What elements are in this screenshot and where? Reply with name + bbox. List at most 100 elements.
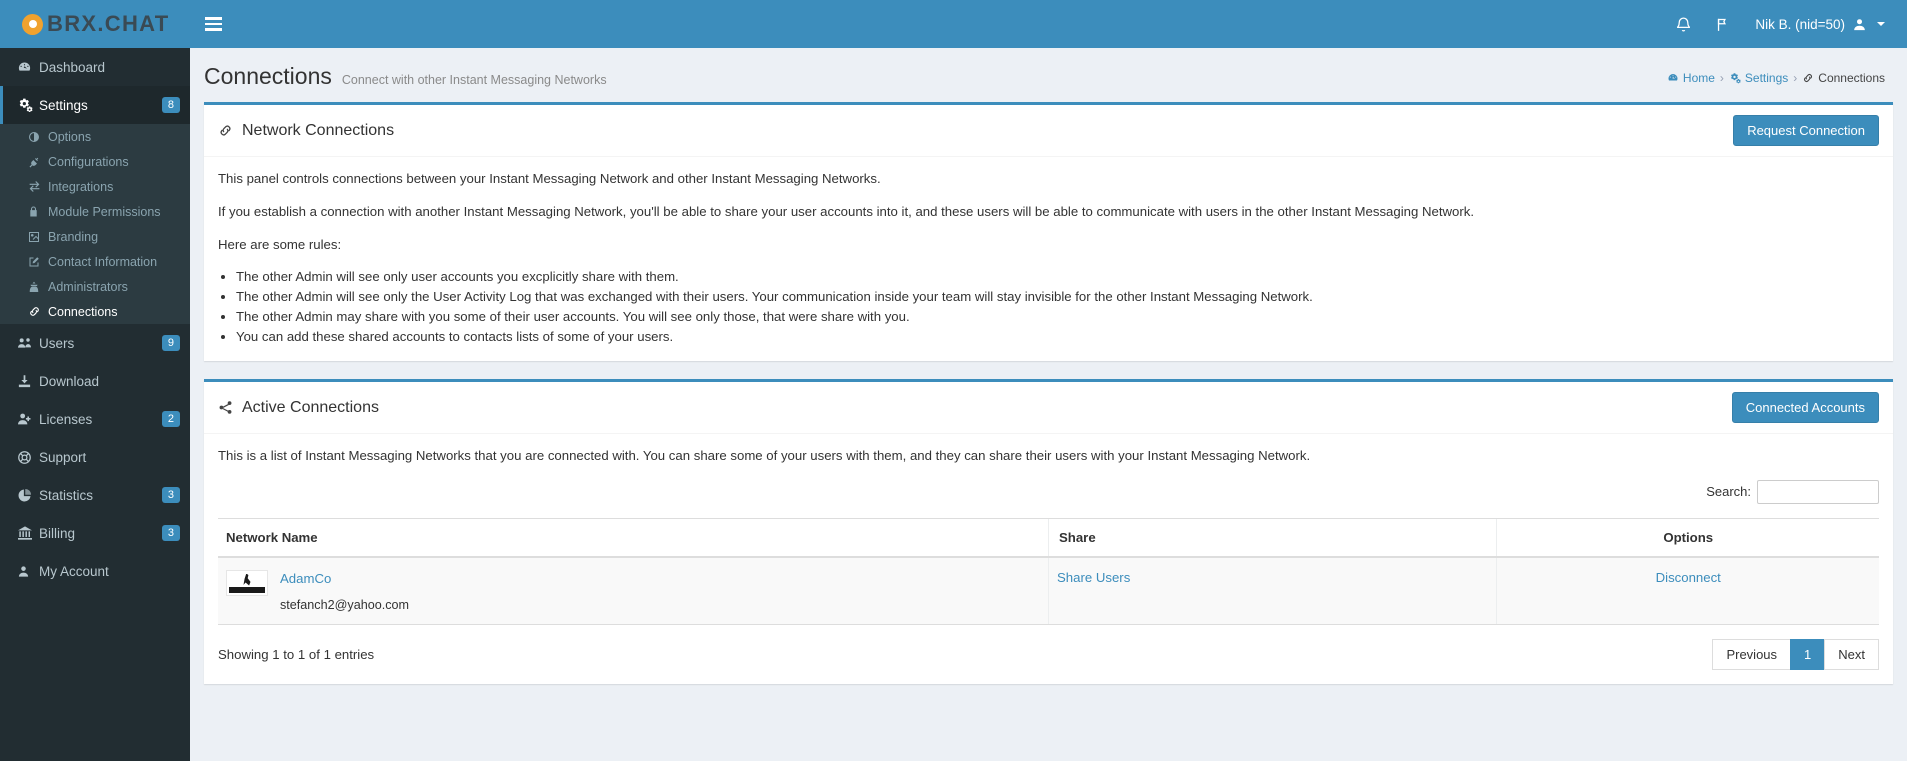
- pagination-previous[interactable]: Previous: [1712, 638, 1792, 670]
- sidebar-badge: 8: [161, 96, 180, 114]
- panel-title-group: Network Connections: [218, 122, 394, 140]
- entries-info: Showing 1 to 1 of 1 entries: [218, 646, 375, 662]
- user-plus-icon: [17, 411, 39, 427]
- exchange-icon: [28, 180, 48, 193]
- active-description: This is a list of Instant Messaging Netw…: [218, 448, 1311, 464]
- table-body: AdamCo stefanch2@yahoo.com Share Users D…: [218, 556, 1879, 625]
- link-icon: [1804, 74, 1813, 82]
- sidebar-subitem-connections[interactable]: Connections: [0, 299, 190, 324]
- cell-options: Disconnect: [1496, 556, 1879, 625]
- sidebar-item-dashboard[interactable]: Dashboard: [0, 48, 190, 86]
- table-row: AdamCo stefanch2@yahoo.com Share Users D…: [218, 556, 1879, 625]
- column-header-options[interactable]: Options: [1496, 517, 1879, 558]
- sidebar-subitem-options[interactable]: Options: [0, 124, 190, 149]
- link-icon: [218, 123, 233, 138]
- pagination-page-1[interactable]: 1: [1790, 638, 1826, 670]
- brand-name: BRX.CHAT: [47, 11, 170, 36]
- network-paragraph-1: This panel controls connections between …: [218, 171, 881, 186]
- sidebar-subitem-administrators[interactable]: Administrators: [0, 274, 190, 299]
- sidebar-item-download[interactable]: Download: [0, 362, 190, 400]
- lifebuoy-icon: [17, 450, 39, 465]
- sidebar-subitem-label: Contact Information: [48, 254, 158, 269]
- bank-icon: [17, 525, 39, 541]
- bell-icon[interactable]: [1663, 0, 1703, 48]
- pagination-next[interactable]: Next: [1824, 638, 1879, 670]
- breadcrumb-item-settings[interactable]: Settings: [1729, 71, 1788, 85]
- list-item: The other Admin may share with you some …: [236, 308, 1879, 327]
- sidebar-subitem-label: Connections: [48, 304, 118, 319]
- breadcrumb-item-home[interactable]: Home: [1667, 71, 1715, 85]
- list-item: The other Admin will see only the User A…: [236, 288, 1879, 307]
- column-header-network-name[interactable]: Network Name: [218, 517, 1049, 558]
- sidebar-item-users[interactable]: Users 9: [0, 324, 190, 362]
- column-header-share[interactable]: Share: [1047, 517, 1497, 558]
- panel-body: This panel controls connections between …: [204, 157, 1893, 361]
- dashboard-icon: [17, 60, 39, 75]
- sidebar-subitem-label: Module Permissions: [48, 204, 161, 219]
- breadcrumb-label: Home: [1682, 71, 1715, 85]
- network-paragraph-3: Here are some rules:: [218, 237, 342, 253]
- table-header-row: Network Name Share Options: [218, 517, 1879, 558]
- page-heading-group: Connections Connect with other Instant M…: [204, 63, 607, 90]
- breadcrumb-separator: ›: [1719, 71, 1724, 85]
- connected-accounts-button[interactable]: Connected Accounts: [1731, 392, 1879, 424]
- download-icon: [17, 374, 39, 389]
- topbar: BRX.CHAT Nik B. (nid=50): [0, 0, 1907, 48]
- user-menu[interactable]: Nik B. (nid=50): [1743, 17, 1893, 32]
- edit-icon: [28, 256, 48, 268]
- sidebar-item-billing[interactable]: Billing 3: [0, 514, 190, 552]
- request-connection-button[interactable]: Request Connection: [1733, 115, 1879, 146]
- company-logo-icon: [226, 569, 268, 596]
- hamburger-icon[interactable]: [190, 0, 236, 48]
- gears-icon: [1730, 73, 1741, 84]
- breadcrumb: Home › Settings › Connections: [1667, 71, 1885, 85]
- network-cell: AdamCo stefanch2@yahoo.com: [226, 569, 1040, 612]
- share-users-link[interactable]: Share Users: [1057, 570, 1130, 585]
- table-search-row: Search:: [218, 479, 1879, 504]
- sidebar-item-my-account[interactable]: My Account: [0, 552, 190, 590]
- page-wrapper: Dashboard Settings 8 Options Configurati…: [0, 48, 1907, 761]
- network-name-link[interactable]: AdamCo: [280, 571, 409, 586]
- sidebar-item-settings[interactable]: Settings 8: [0, 86, 190, 124]
- settings-submenu: Options Configurations Integrations Modu…: [0, 124, 190, 324]
- circle-dot-icon: [22, 13, 43, 35]
- sidebar-badge: 9: [161, 334, 180, 352]
- dashboard-icon: [1668, 74, 1678, 81]
- pie-chart-icon: [17, 488, 39, 503]
- brand-logo[interactable]: BRX.CHAT: [0, 0, 190, 48]
- sidebar-subitem-label: Configurations: [48, 154, 129, 169]
- sidebar-item-licenses[interactable]: Licenses 2: [0, 400, 190, 438]
- page-title: Connections: [204, 63, 332, 89]
- share-alt-icon: [218, 400, 233, 415]
- sidebar-subitem-contact-information[interactable]: Contact Information: [0, 249, 190, 274]
- sidebar-subitem-label: Branding: [48, 229, 99, 244]
- disconnect-link[interactable]: Disconnect: [1656, 570, 1721, 585]
- gears-icon: [17, 97, 39, 113]
- main-content: Connections Connect with other Instant M…: [190, 48, 1907, 761]
- sidebar-badge: 2: [161, 410, 180, 428]
- sidebar-badge: 3: [161, 486, 180, 504]
- network-rules-list: The other Admin will see only user accou…: [236, 268, 1879, 346]
- content-header: Connections Connect with other Instant M…: [190, 48, 1907, 102]
- network-info: AdamCo stefanch2@yahoo.com: [280, 570, 409, 612]
- sidebar-item-label: Billing: [39, 525, 76, 541]
- sidebar-item-label: Licenses: [39, 411, 93, 427]
- sidebar-subitem-configurations[interactable]: Configurations: [0, 149, 190, 174]
- sidebar-item-label: Settings: [39, 97, 88, 113]
- user-secret-icon: [28, 281, 48, 293]
- sidebar-subitem-branding[interactable]: Branding: [0, 224, 190, 249]
- panel-title-group: Active Connections: [218, 399, 379, 417]
- sidebar-subitem-module-permissions[interactable]: Module Permissions: [0, 199, 190, 224]
- sidebar-item-support[interactable]: Support: [0, 438, 190, 476]
- sidebar-subitem-label: Administrators: [48, 279, 128, 294]
- search-label: Search:: [1706, 484, 1751, 499]
- flag-icon[interactable]: [1703, 0, 1743, 48]
- sidebar-item-label: Download: [39, 373, 100, 389]
- panel-title-text: Network Connections: [242, 121, 395, 139]
- sidebar-subitem-integrations[interactable]: Integrations: [0, 174, 190, 199]
- sidebar-item-label: Users: [39, 335, 75, 351]
- network-email: stefanch2@yahoo.com: [280, 597, 409, 612]
- search-input[interactable]: [1757, 479, 1879, 504]
- sidebar-item-statistics[interactable]: Statistics 3: [0, 476, 190, 514]
- caret-down-icon: [1877, 22, 1885, 26]
